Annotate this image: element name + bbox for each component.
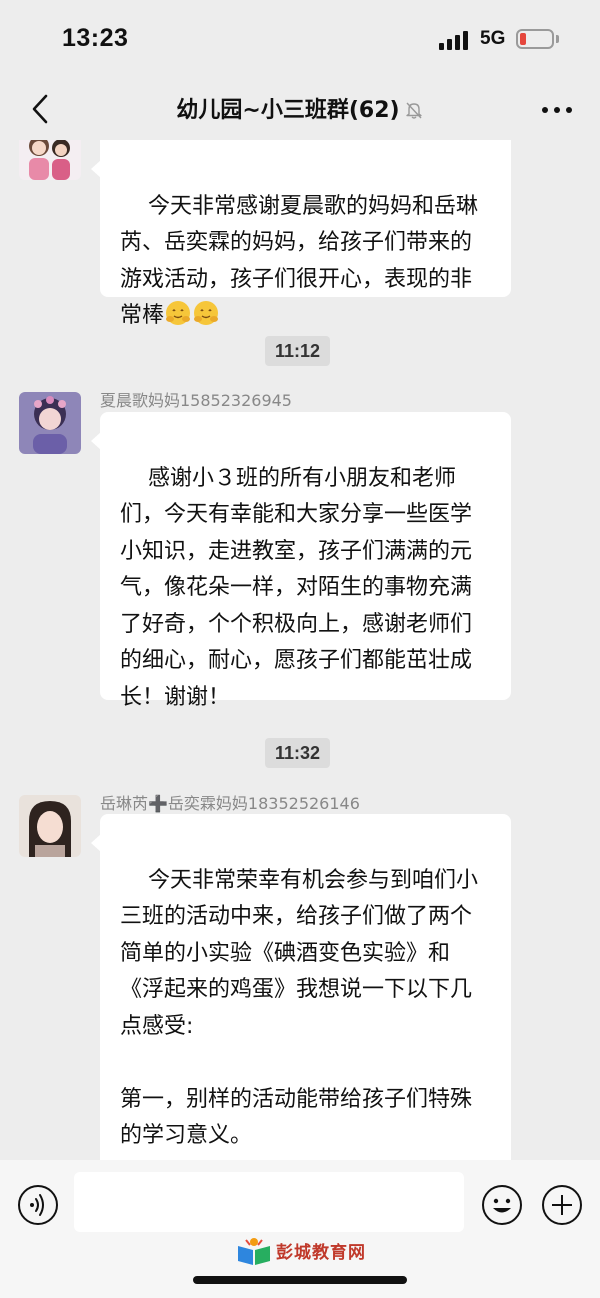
avatar[interactable] xyxy=(19,795,81,857)
chat-area[interactable]: 今天非常感谢夏晨歌的妈妈和岳琳芮、岳奕霖的妈妈，给孩子们带来的游戏活动，孩子们很… xyxy=(0,140,600,1160)
bell-muted-icon xyxy=(405,102,422,119)
status-time: 13:23 xyxy=(62,24,129,52)
nav-bar: 幼儿园~小三班群(62) xyxy=(0,78,600,140)
watermark: 彭城教育网 xyxy=(236,1236,376,1266)
sender-name: 岳琳芮➕岳奕霖妈妈18352526146 xyxy=(100,794,360,813)
avatar-image xyxy=(19,140,81,180)
message-bubble[interactable]: 感谢小３班的所有小朋友和老师们，今天有幸能和大家分享一些医学小知识，走进教室，孩… xyxy=(91,412,511,710)
home-indicator[interactable] xyxy=(193,1276,407,1284)
chat-title[interactable]: 幼儿园~小三班群(62) xyxy=(0,92,600,124)
plus-icon[interactable] xyxy=(541,1184,583,1226)
timestamp: 11:32 xyxy=(265,738,331,768)
hug-face-emoji xyxy=(194,301,219,325)
message-text: 感谢小３班的所有小朋友和老师们，今天有幸能和大家分享一些医学小知识，走进教室，孩… xyxy=(120,465,473,710)
status-bar: 13:23 5G xyxy=(0,0,600,78)
battery-icon xyxy=(516,29,554,49)
message-input[interactable] xyxy=(74,1172,464,1232)
battery-level xyxy=(520,33,526,45)
sender-name: 夏晨歌妈妈15852326945 xyxy=(100,391,292,410)
avatar-image xyxy=(19,795,81,857)
book-logo-icon xyxy=(238,1238,270,1265)
message-bubble[interactable]: 今天非常感谢夏晨歌的妈妈和岳琳芮、岳奕霖的妈妈，给孩子们带来的游戏活动，孩子们很… xyxy=(91,140,511,328)
avatar[interactable] xyxy=(19,140,81,180)
more-dots-icon[interactable] xyxy=(540,100,574,120)
message-bubble[interactable]: 今天非常荣幸有机会参与到咱们小三班的活动中来，给孩子们做了两个简单的小实验《碘酒… xyxy=(91,814,511,1161)
voice-icon[interactable] xyxy=(17,1184,59,1226)
watermark-text: 彭城教育网 xyxy=(276,1243,366,1263)
message-text: 今天非常荣幸有机会参与到咱们小三班的活动中来，给孩子们做了两个简单的小实验《碘酒… xyxy=(120,867,478,1161)
battery-cap xyxy=(556,35,559,43)
avatar-image xyxy=(19,392,81,454)
timestamp: 11:12 xyxy=(265,336,331,366)
chat-title-text: 幼儿园~小三班群(62) xyxy=(176,98,400,123)
network-label: 5G xyxy=(480,28,506,49)
emoji-icon[interactable] xyxy=(481,1184,523,1226)
input-bar: 彭城教育网 xyxy=(0,1160,600,1298)
hug-face-emoji xyxy=(166,301,191,325)
signal-icon xyxy=(439,30,469,50)
avatar[interactable] xyxy=(19,392,81,454)
